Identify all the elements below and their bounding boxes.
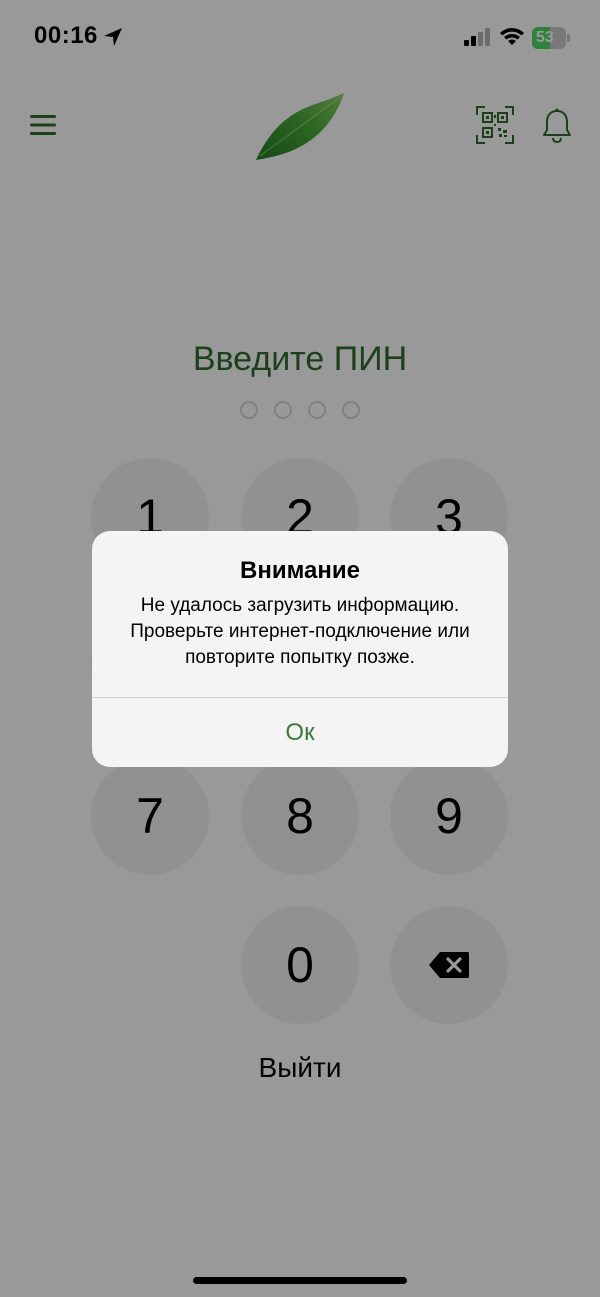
alert-ok-button[interactable]: Ок	[92, 698, 508, 767]
alert-dialog: Внимание Не удалось загрузить информацию…	[92, 531, 508, 767]
alert-title: Внимание	[240, 557, 360, 584]
alert-message: Не удалось загрузить информацию. Проверь…	[130, 595, 470, 668]
home-indicator[interactable]	[193, 1277, 407, 1284]
